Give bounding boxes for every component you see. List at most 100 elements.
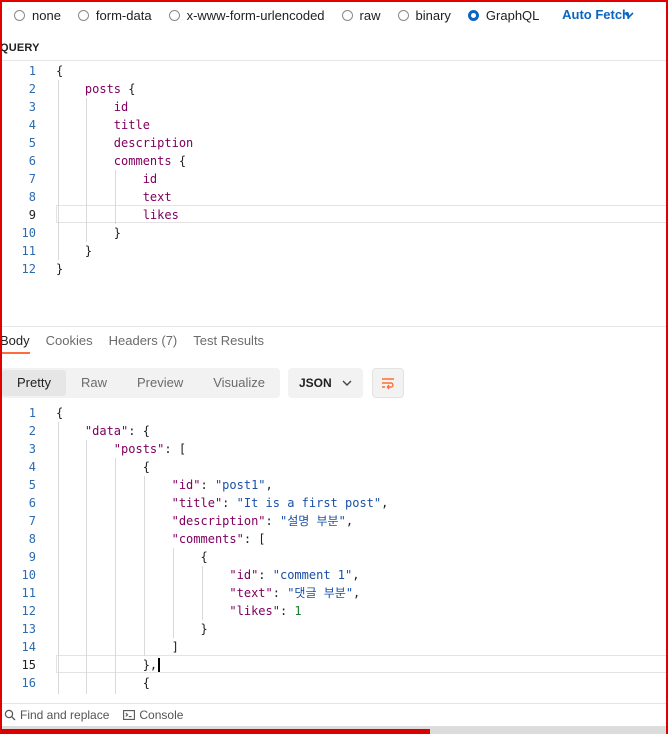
- radio-label: GraphQL: [485, 7, 540, 23]
- search-icon: [4, 709, 16, 721]
- query-editor[interactable]: 1 2 3 4 5 6 7 8 9 10 11 12 { posts { id …: [0, 62, 668, 282]
- code-line: {: [56, 406, 64, 420]
- line-number: 7: [28, 172, 36, 186]
- line-number: 3: [28, 442, 36, 456]
- code-line: },: [56, 656, 161, 674]
- bottom-edge-strip: [0, 726, 668, 734]
- tab-test-results[interactable]: Test Results: [193, 333, 264, 354]
- code-line: }: [56, 226, 122, 240]
- radio-dot[interactable]: [467, 9, 479, 21]
- code-line: text: [142, 190, 172, 204]
- view-visualize-button[interactable]: Visualize: [198, 370, 280, 396]
- line-number: 6: [28, 154, 36, 168]
- code-line: }: [56, 244, 93, 258]
- line-number: 12: [21, 262, 36, 276]
- red-progress-line: [0, 729, 430, 734]
- radio-dot[interactable]: [341, 9, 353, 21]
- line-number: 3: [28, 100, 36, 114]
- response-tabs: Body Cookies Headers (7) Test Results: [0, 333, 280, 354]
- query-section-title: QUERY: [0, 42, 40, 54]
- wrap-lines-icon: [382, 378, 394, 390]
- line-number: 1: [28, 64, 36, 78]
- wrap-lines-button[interactable]: [372, 368, 404, 398]
- find-replace-button[interactable]: Find and replace: [4, 708, 109, 722]
- tab-headers[interactable]: Headers (7): [109, 333, 178, 354]
- radio-label: binary: [415, 7, 451, 23]
- json-value: "It is a first post": [236, 496, 382, 510]
- view-pretty-button[interactable]: Pretty: [2, 370, 66, 396]
- chevron-down-icon[interactable]: [622, 8, 636, 22]
- view-raw-button[interactable]: Raw: [66, 370, 122, 396]
- code-line: ]: [56, 640, 179, 654]
- line-number: 10: [21, 226, 36, 240]
- code-line: {: [56, 676, 150, 690]
- code-line: "comments": [: [171, 532, 266, 546]
- radio-dot[interactable]: [77, 9, 89, 21]
- radio-form-data[interactable]: form-data: [77, 7, 152, 23]
- line-number: 2: [28, 82, 36, 96]
- line-number: 10: [21, 568, 36, 582]
- line-number: 5: [28, 478, 36, 492]
- line-number: 4: [28, 460, 36, 474]
- line-number: 7: [28, 514, 36, 528]
- code-line: comments {: [113, 154, 187, 168]
- radio-dot[interactable]: [168, 9, 180, 21]
- code-line: "posts": [: [113, 442, 187, 456]
- chevron-down-icon: [342, 380, 352, 386]
- radio-binary[interactable]: binary: [397, 7, 451, 23]
- find-replace-label: Find and replace: [20, 708, 110, 722]
- divider: [0, 60, 668, 61]
- format-dropdown[interactable]: JSON: [288, 368, 363, 398]
- line-number: 9: [28, 208, 36, 222]
- code-line: {: [56, 64, 64, 78]
- auto-fetch-button[interactable]: Auto Fetch: [562, 7, 630, 22]
- code-line: "description": "설명 부분",: [171, 514, 354, 528]
- line-number: 14: [21, 640, 36, 654]
- line-number: 8: [28, 190, 36, 204]
- radio-dot[interactable]: [14, 9, 25, 21]
- radio-label: raw: [359, 7, 381, 23]
- console-button[interactable]: Console: [123, 708, 183, 722]
- line-number: 1: [28, 406, 36, 420]
- line-number: 6: [28, 496, 36, 510]
- radio-label: form-data: [95, 7, 152, 23]
- code-line: description: [113, 136, 194, 150]
- line-number: 9: [28, 550, 36, 564]
- tab-body[interactable]: Body: [0, 333, 30, 354]
- response-body-viewer[interactable]: 1 2 3 4 5 6 7 8 9 10 11 12 13 14 15 16 {…: [0, 404, 668, 694]
- radio-none[interactable]: none: [14, 8, 61, 23]
- code-line: id: [113, 100, 129, 114]
- radio-label: x-www-form-urlencoded: [186, 7, 325, 23]
- radio-raw[interactable]: raw: [341, 7, 381, 23]
- line-number: 13: [21, 622, 36, 636]
- json-value: "댓글 부분": [287, 586, 354, 600]
- code-line: "id": "post1",: [171, 478, 273, 492]
- code-line: {: [56, 550, 208, 564]
- line-number: 5: [28, 136, 36, 150]
- radio-dot[interactable]: [397, 9, 409, 21]
- json-value: "설명 부분": [279, 514, 346, 528]
- code-line: "id": "comment 1",: [229, 568, 360, 582]
- line-number: 15: [21, 658, 36, 672]
- console-icon: [123, 710, 136, 720]
- code-line: "title": "It is a first post",: [171, 496, 389, 510]
- code-line: likes: [142, 208, 179, 222]
- line-number: 12: [21, 604, 36, 618]
- radio-label: none: [32, 7, 61, 23]
- console-label: Console: [139, 708, 184, 722]
- view-mode-switch: Pretty Raw Preview Visualize: [0, 368, 280, 398]
- code-line: {: [56, 460, 150, 474]
- view-preview-button[interactable]: Preview: [122, 370, 198, 396]
- json-value: "post1": [214, 478, 266, 492]
- radio-graphql[interactable]: GraphQL: [467, 7, 540, 23]
- json-value: "comment 1": [272, 568, 353, 582]
- json-value: 1: [294, 604, 302, 618]
- code-line: id: [142, 172, 158, 186]
- line-number: 11: [21, 244, 36, 258]
- tab-cookies[interactable]: Cookies: [46, 333, 93, 354]
- radio-urlencoded[interactable]: x-www-form-urlencoded: [168, 7, 325, 23]
- code-line: "data": {: [84, 424, 150, 438]
- line-number: 16: [21, 676, 36, 690]
- format-label: JSON: [299, 376, 332, 390]
- code-line: "likes": 1: [229, 604, 302, 618]
